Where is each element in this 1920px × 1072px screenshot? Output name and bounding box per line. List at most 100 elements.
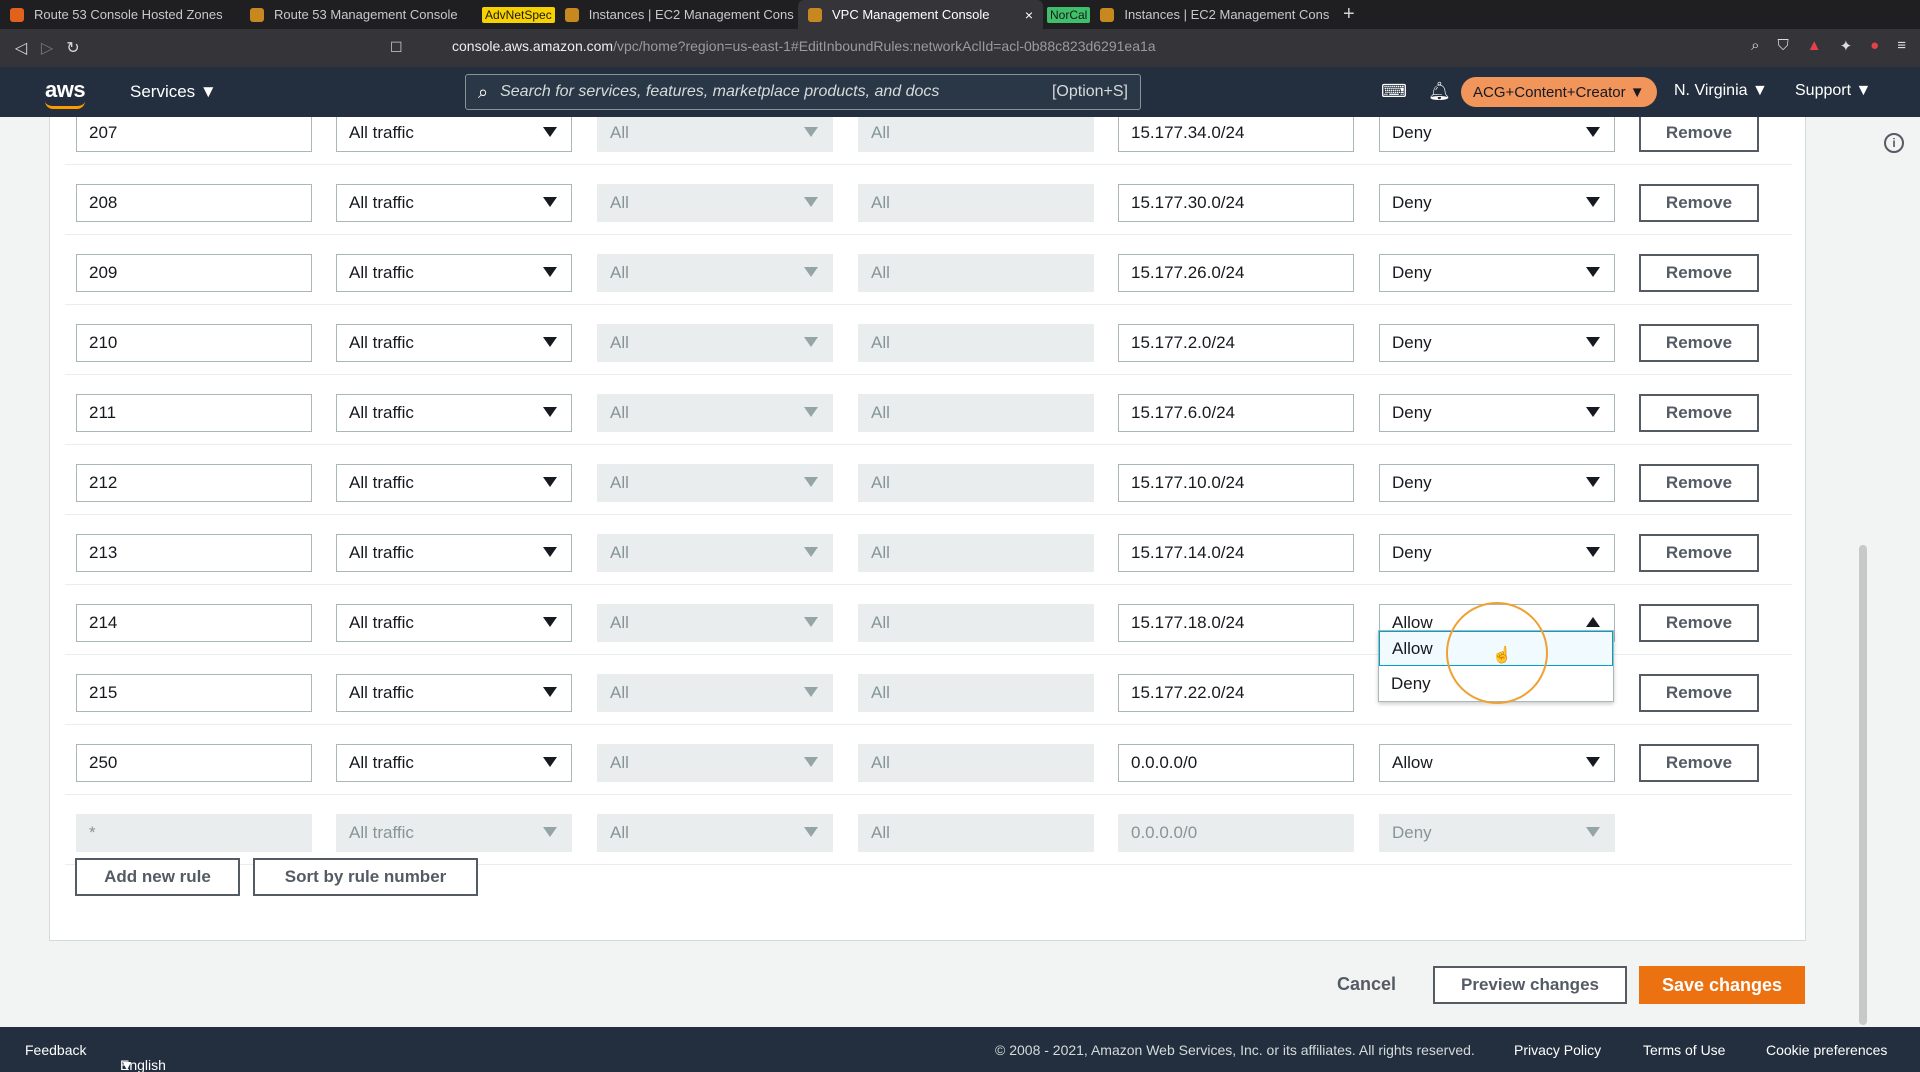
allow-deny-select[interactable]: Deny: [1379, 254, 1615, 292]
profile-icon[interactable]: ●: [1870, 37, 1879, 55]
remove-rule-button[interactable]: Remove: [1639, 534, 1759, 572]
remove-rule-button[interactable]: Remove: [1639, 254, 1759, 292]
region-menu[interactable]: N. Virginia ▼: [1674, 82, 1768, 100]
preview-changes-button[interactable]: Preview changes: [1433, 966, 1627, 1004]
protocol-select: All: [597, 324, 833, 362]
rule-number-input[interactable]: 210: [76, 324, 312, 362]
browser-tab[interactable]: NorCal Instances | EC2 Management Cons: [1043, 0, 1331, 29]
notification-bell-icon[interactable]: 🔔︎: [1428, 81, 1451, 102]
alert-icon[interactable]: ▲: [1807, 37, 1822, 55]
source-cidr-input[interactable]: 15.177.6.0/24: [1118, 394, 1354, 432]
info-icon[interactable]: i: [1884, 133, 1904, 153]
remove-rule-button[interactable]: Remove: [1639, 604, 1759, 642]
cancel-button[interactable]: Cancel: [1337, 974, 1396, 995]
zoom-icon[interactable]: ⌕: [1751, 37, 1759, 55]
caret-down-icon: ▼: [1855, 82, 1872, 99]
source-cidr-input-value: 15.177.6.0/24: [1131, 403, 1235, 422]
save-changes-button[interactable]: Save changes: [1639, 966, 1805, 1004]
protocol-select-value: All: [610, 123, 629, 142]
support-menu[interactable]: Support ▼: [1795, 82, 1871, 100]
remove-rule-button[interactable]: Remove: [1639, 744, 1759, 782]
rule-type-select[interactable]: All traffic: [336, 254, 572, 292]
allow-deny-select[interactable]: Deny: [1379, 117, 1615, 152]
remove-rule-button[interactable]: Remove: [1639, 117, 1759, 152]
protocol-select-value: All: [610, 473, 629, 492]
rule-type-select-value: All traffic: [349, 823, 414, 842]
services-menu[interactable]: Services ▼: [130, 82, 217, 102]
feedback-link[interactable]: Feedback: [25, 1042, 86, 1058]
forward-icon[interactable]: ▷: [34, 38, 60, 58]
allow-deny-select[interactable]: Deny: [1379, 464, 1615, 502]
rule-number-input[interactable]: 207: [76, 117, 312, 152]
browser-tab[interactable]: AdvNetSpec Instances | EC2 Management Co…: [478, 0, 798, 29]
remove-rule-button[interactable]: Remove: [1639, 464, 1759, 502]
rule-type-select[interactable]: All traffic: [336, 464, 572, 502]
console-search-box[interactable]: ⌕ Search for services, features, marketp…: [465, 74, 1141, 110]
new-tab-button[interactable]: +: [1331, 3, 1367, 26]
source-cidr-input[interactable]: 0.0.0.0/0: [1118, 744, 1354, 782]
aws-logo[interactable]: aws: [45, 77, 86, 109]
rule-type-select[interactable]: All traffic: [336, 324, 572, 362]
protocol-select: All: [597, 254, 833, 292]
source-cidr-input[interactable]: 15.177.22.0/24: [1118, 674, 1354, 712]
account-menu[interactable]: ACG+Content+Creator ▼: [1461, 77, 1657, 107]
source-cidr-input[interactable]: 15.177.30.0/24: [1118, 184, 1354, 222]
terms-of-use-link[interactable]: Terms of Use: [1643, 1042, 1725, 1058]
bookmark-icon[interactable]: ☐: [390, 39, 403, 56]
port-range-field: All: [858, 534, 1094, 572]
source-cidr-input[interactable]: 15.177.26.0/24: [1118, 254, 1354, 292]
rule-type-select[interactable]: All traffic: [336, 744, 572, 782]
privacy-policy-link[interactable]: Privacy Policy: [1514, 1042, 1601, 1058]
allow-deny-select[interactable]: Deny: [1379, 324, 1615, 362]
menu-icon[interactable]: ≡: [1897, 37, 1906, 55]
extensions-icon[interactable]: ✦: [1840, 37, 1853, 55]
source-cidr-input-value: 15.177.2.0/24: [1131, 333, 1235, 352]
allow-deny-select[interactable]: Deny: [1379, 534, 1615, 572]
port-range-field: All: [858, 117, 1094, 152]
allow-deny-select[interactable]: Deny: [1379, 394, 1615, 432]
rule-type-select[interactable]: All traffic: [336, 604, 572, 642]
cookie-preferences-link[interactable]: Cookie preferences: [1766, 1042, 1887, 1058]
browser-tab-active[interactable]: VPC Management Console ×: [798, 0, 1043, 29]
rule-type-select[interactable]: All traffic: [336, 674, 572, 712]
source-cidr-input[interactable]: 15.177.2.0/24: [1118, 324, 1354, 362]
tab-group-tag: AdvNetSpec: [482, 6, 555, 23]
source-cidr-input[interactable]: 15.177.14.0/24: [1118, 534, 1354, 572]
browser-tab[interactable]: Route 53 Management Console: [240, 0, 478, 29]
rule-number-input[interactable]: 215: [76, 674, 312, 712]
allow-deny-select[interactable]: Deny: [1379, 184, 1615, 222]
rule-number-input[interactable]: 208: [76, 184, 312, 222]
rule-type-select-value: All traffic: [349, 613, 414, 632]
remove-rule-button[interactable]: Remove: [1639, 674, 1759, 712]
back-icon[interactable]: ◁: [8, 38, 34, 58]
source-cidr-input[interactable]: 15.177.18.0/24: [1118, 604, 1354, 642]
remove-rule-button[interactable]: Remove: [1639, 324, 1759, 362]
rule-number-input[interactable]: 209: [76, 254, 312, 292]
rule-type-select[interactable]: All traffic: [336, 184, 572, 222]
remove-rule-button[interactable]: Remove: [1639, 184, 1759, 222]
close-tab-icon[interactable]: ×: [1015, 7, 1033, 23]
rule-number-input[interactable]: 212: [76, 464, 312, 502]
url-field[interactable]: console.aws.amazon.com/vpc/home?region=u…: [452, 38, 1156, 54]
add-new-rule-button[interactable]: Add new rule: [75, 858, 240, 896]
shield-icon[interactable]: ⛉: [1777, 37, 1788, 55]
sort-by-rule-number-button[interactable]: Sort by rule number: [253, 858, 478, 896]
page-scrollbar[interactable]: [1859, 545, 1867, 1025]
tab-label: Instances | EC2 Management Cons: [588, 7, 794, 22]
rule-type-select[interactable]: All traffic: [336, 534, 572, 572]
rule-number-input[interactable]: 213: [76, 534, 312, 572]
source-cidr-input[interactable]: 15.177.10.0/24: [1118, 464, 1354, 502]
source-cidr-input[interactable]: 15.177.34.0/24: [1118, 117, 1354, 152]
allow-deny-select[interactable]: Allow: [1379, 744, 1615, 782]
rule-type-select[interactable]: All traffic: [336, 117, 572, 152]
rule-number-input[interactable]: 214: [76, 604, 312, 642]
caret-down-icon: [804, 337, 818, 347]
cloudshell-icon[interactable]: ⌨: [1381, 81, 1407, 102]
browser-tab[interactable]: Route 53 Console Hosted Zones: [0, 0, 240, 29]
rule-number-input[interactable]: 250: [76, 744, 312, 782]
caret-down-icon: [1586, 267, 1600, 277]
rule-number-input[interactable]: 211: [76, 394, 312, 432]
rule-type-select[interactable]: All traffic: [336, 394, 572, 432]
remove-rule-button[interactable]: Remove: [1639, 394, 1759, 432]
reload-icon[interactable]: ↻: [60, 38, 86, 58]
